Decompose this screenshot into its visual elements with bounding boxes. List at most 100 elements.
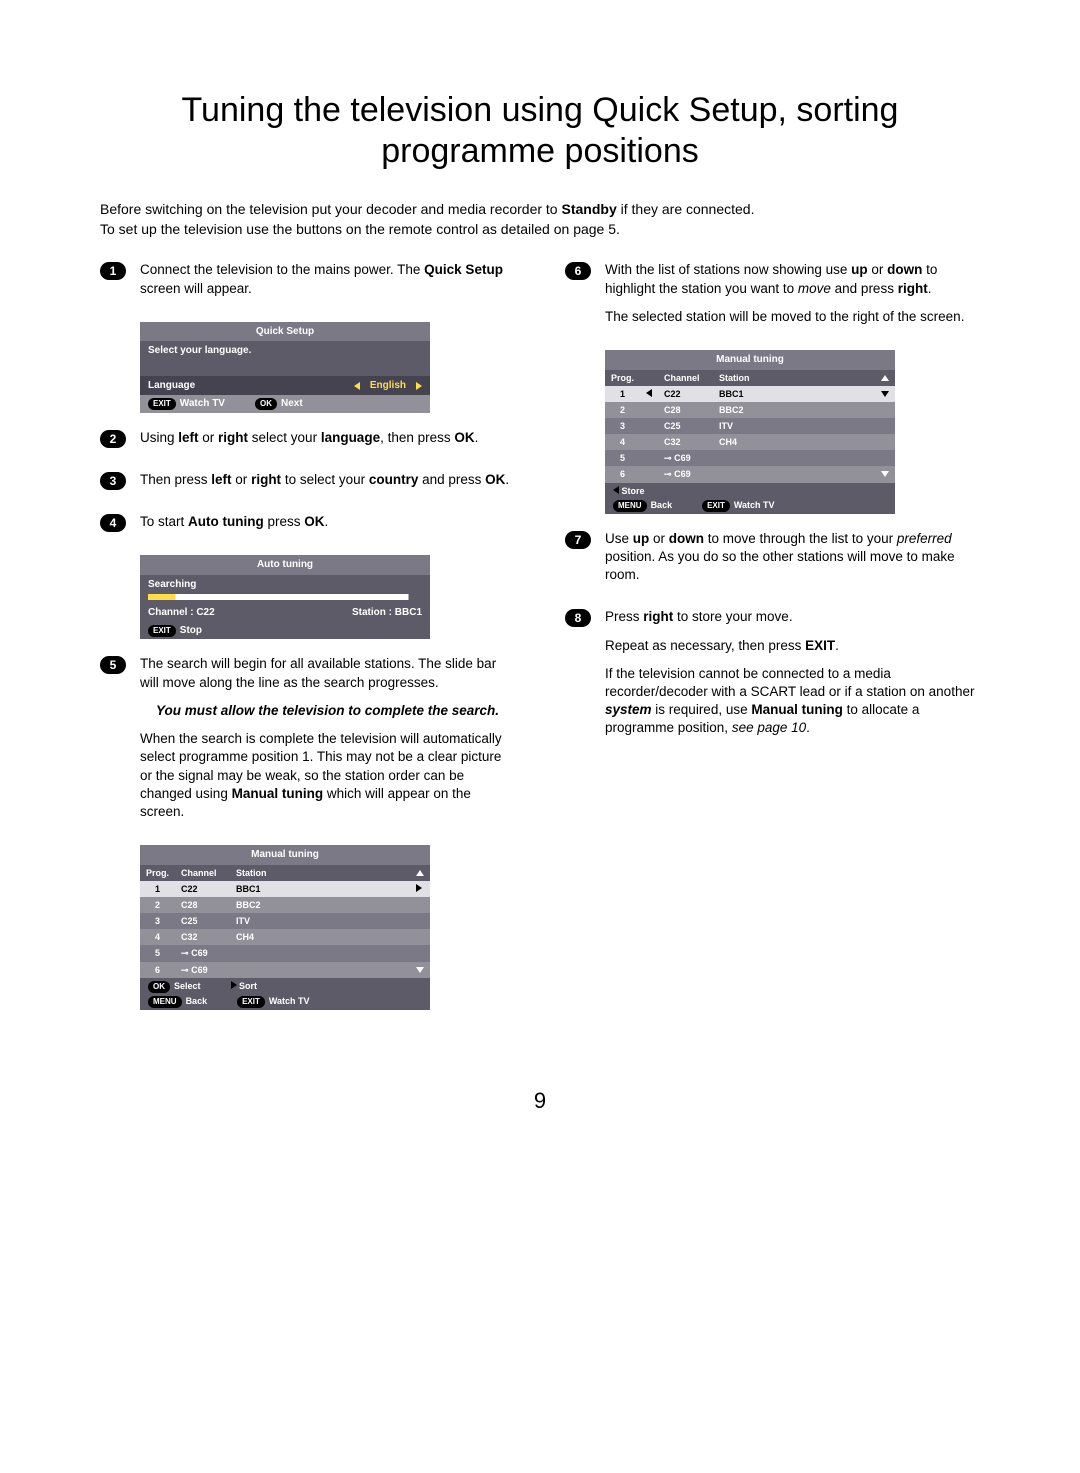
step-bold: left xyxy=(211,472,231,487)
osd-station-label: Station : BBC1 xyxy=(352,606,422,620)
step-bold: right xyxy=(643,609,673,624)
step-text: Connect the television to the mains powe… xyxy=(140,262,424,277)
step-bold: OK xyxy=(485,472,505,487)
table-row: 5⊸ C69 xyxy=(605,450,895,466)
left-column: 1 Connect the television to the mains po… xyxy=(100,261,515,1025)
step-note: You must allow the television to complet… xyxy=(140,702,515,720)
step-text: Repeat as necessary, then press xyxy=(605,638,805,653)
osd-channel-label: Channel : C22 xyxy=(148,606,352,620)
down-arrow-icon xyxy=(881,391,889,397)
osd-title: Auto tuning xyxy=(140,555,430,575)
right-arrow-icon xyxy=(416,884,422,892)
step-italic: see page 10 xyxy=(732,720,806,735)
down-arrow-icon xyxy=(881,471,889,477)
intro-bold: Standby xyxy=(562,201,617,217)
step-4: 4 To start Auto tuning press OK. xyxy=(100,513,515,541)
step-text: . xyxy=(928,281,932,296)
step-text: The search will begin for all available … xyxy=(140,655,515,691)
osd-ok-hint: OKNext xyxy=(255,397,303,411)
table-row: 6⊸ C69 xyxy=(605,466,895,482)
osd-exit-hint: EXITStop xyxy=(148,624,202,638)
step-text: and press xyxy=(418,472,485,487)
step-bold: OK xyxy=(304,514,324,529)
left-arrow-icon xyxy=(354,382,360,390)
table-row: 2C28BBC2 xyxy=(605,402,895,418)
intro-text: Before switching on the television put y… xyxy=(100,201,562,217)
step-3: 3 Then press left or right to select you… xyxy=(100,471,515,499)
step-number-badge: 7 xyxy=(565,531,591,549)
osd-language-value: English xyxy=(370,379,406,393)
step-text: . xyxy=(325,514,329,529)
table-row: 6⊸ C69 xyxy=(140,962,430,978)
key-icon: ⊸ xyxy=(181,948,189,958)
step-bold: country xyxy=(369,472,419,487)
step-number-badge: 6 xyxy=(565,262,591,280)
osd-exit-hint: EXITWatch TV xyxy=(148,397,225,411)
step-text: or xyxy=(649,531,669,546)
step-text: To start xyxy=(140,514,188,529)
step-number-badge: 4 xyxy=(100,514,126,532)
step-bold: down xyxy=(669,531,704,546)
step-text: or xyxy=(199,430,219,445)
manual-tuning-table: Prog. Channel Station 1C22BBC12C28BBC23C… xyxy=(605,370,895,483)
page-title: Tuning the television using Quick Setup,… xyxy=(100,90,980,172)
step-number-badge: 5 xyxy=(100,656,126,674)
step-text: and press xyxy=(831,281,898,296)
progress-bar xyxy=(148,594,422,600)
step-bold: up xyxy=(851,262,868,277)
step-text: The selected station will be moved to th… xyxy=(605,308,980,326)
table-row: 1C22BBC1 xyxy=(605,386,895,402)
osd-manual-tuning-2: Manual tuning Prog. Channel Station 1C22… xyxy=(605,350,895,514)
osd-sort-hint: Sort xyxy=(231,980,258,992)
osd-select-hint: OKSelect xyxy=(148,980,201,993)
step-bold: language xyxy=(321,430,380,445)
step-text: , then press xyxy=(380,430,454,445)
step-text: . xyxy=(806,720,810,735)
table-row: 3C25ITV xyxy=(140,913,430,929)
step-text: . xyxy=(475,430,479,445)
step-text: press xyxy=(264,514,305,529)
step-text: Use xyxy=(605,531,633,546)
step-text: With the list of stations now showing us… xyxy=(605,262,851,277)
osd-watch-hint: EXITWatch TV xyxy=(237,995,309,1008)
step-8: 8 Press right to store your move. Repeat… xyxy=(565,608,980,747)
table-row: 1C22BBC1 xyxy=(140,881,430,897)
step-5: 5 The search will begin for all availabl… xyxy=(100,655,515,831)
step-6: 6 With the list of stations now showing … xyxy=(565,261,980,336)
osd-back-hint: MENUBack xyxy=(148,995,207,1008)
key-icon: ⊸ xyxy=(664,453,672,463)
table-row: 3C25ITV xyxy=(605,418,895,434)
step-number-badge: 2 xyxy=(100,430,126,448)
step-bold: Auto tuning xyxy=(188,514,264,529)
right-arrow-icon xyxy=(416,382,422,390)
step-bold: up xyxy=(633,531,650,546)
step-2: 2 Using left or right select your langua… xyxy=(100,429,515,457)
up-arrow-icon xyxy=(881,375,889,381)
step-bold: Manual tuning xyxy=(232,786,324,801)
step-text: select your xyxy=(248,430,321,445)
osd-title: Quick Setup xyxy=(140,322,430,342)
step-bold: down xyxy=(887,262,922,277)
step-text: Press xyxy=(605,609,643,624)
step-bold: left xyxy=(178,430,198,445)
left-arrow-icon xyxy=(646,389,652,397)
page-number: 9 xyxy=(100,1086,980,1116)
step-bold: OK xyxy=(454,430,474,445)
intro-block: Before switching on the television put y… xyxy=(100,200,980,240)
osd-subtitle: Select your language. xyxy=(140,341,430,376)
table-row: 2C28BBC2 xyxy=(140,897,430,913)
step-text: screen will appear. xyxy=(140,281,252,296)
step-italic: preferred xyxy=(897,531,952,546)
up-arrow-icon xyxy=(416,870,424,876)
step-bold: Manual tuning xyxy=(751,702,843,717)
osd-title: Manual tuning xyxy=(140,845,430,865)
osd-quick-setup: Quick Setup Select your language. Langua… xyxy=(140,322,430,413)
step-text: If the television cannot be connected to… xyxy=(605,666,974,699)
step-text: Using xyxy=(140,430,178,445)
step-text: to move through the list to your xyxy=(704,531,897,546)
table-row: 4C32CH4 xyxy=(140,929,430,945)
step-text: or xyxy=(232,472,252,487)
osd-title: Manual tuning xyxy=(605,350,895,370)
step-text: is required, use xyxy=(652,702,752,717)
step-text: to select your xyxy=(281,472,369,487)
